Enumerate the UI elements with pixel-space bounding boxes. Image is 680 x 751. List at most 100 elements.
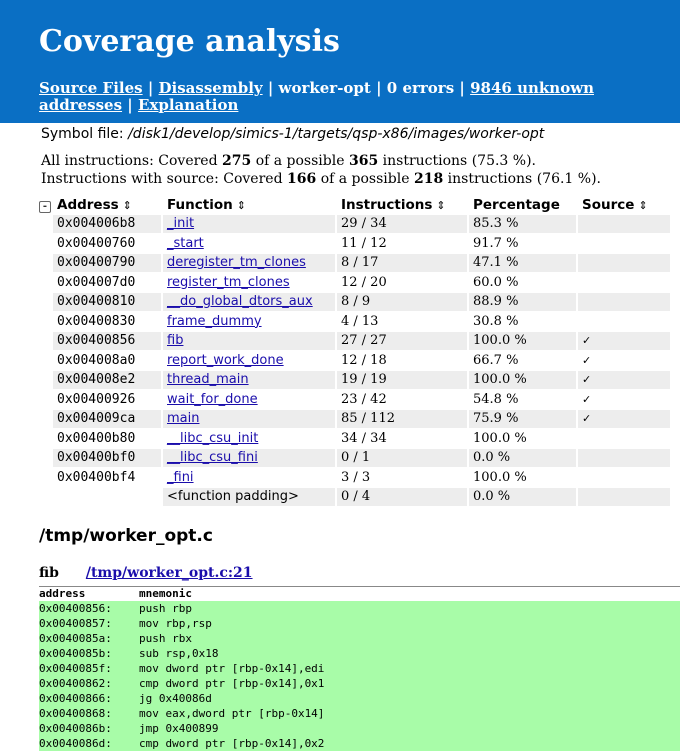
page-title: Coverage analysis	[39, 24, 340, 59]
row-function: <function padding>	[163, 488, 335, 506]
row-function: register_tm_clones	[163, 274, 335, 292]
instruction-address: 0x0040085f:	[39, 662, 112, 675]
row-instructions: 27 / 27	[337, 332, 467, 350]
row-spacer	[39, 312, 51, 330]
function-table: - Address ⇕ Function ⇕ Instructions ⇕ Perce…	[37, 195, 672, 508]
row-source: ✓	[582, 392, 592, 406]
row-function: thread_main	[163, 371, 335, 389]
function-link[interactable]: _start	[167, 236, 204, 251]
sort-icon: ⇕	[638, 199, 648, 212]
nav-explanation-link[interactable]: Explanation	[138, 96, 238, 114]
function-link[interactable]: __do_global_dtors_aux	[167, 294, 313, 309]
row-function: wait_for_done	[163, 391, 335, 409]
function-link[interactable]: register_tm_clones	[167, 275, 290, 290]
disassembly-row: 0x00400866: jg 0x40086d	[39, 691, 680, 706]
row-percentage: 66.7 %	[473, 352, 519, 368]
row-function: _start	[163, 235, 335, 253]
row-source: ✓	[578, 410, 670, 428]
function-link[interactable]: report_work_done	[167, 353, 284, 368]
instruction-mnemonic: mov eax,dword ptr [rbp-0x14]	[139, 707, 325, 720]
table-row: 0x00400760 _start 11 / 12 91.7 %	[39, 234, 670, 253]
row-spacer	[39, 273, 51, 291]
function-link[interactable]: wait_for_done	[167, 392, 258, 407]
row-address: 0x00400790	[53, 254, 161, 272]
row-function: __do_global_dtors_aux	[163, 293, 335, 311]
table-row: 0x004009ca main 85 / 112 75.9 % ✓	[39, 410, 670, 428]
row-instructions: 85 / 112	[337, 410, 467, 428]
row-instructions: 12 / 18	[341, 352, 387, 368]
header-source[interactable]: Source ⇕	[578, 197, 670, 213]
instruction-mnemonic: jmp 0x400899	[139, 722, 219, 735]
header-address[interactable]: Address ⇕	[53, 197, 161, 213]
row-percentage: 85.3 %	[469, 215, 576, 233]
disassembly-row: 0x00400857: mov rbp,rsp	[39, 616, 680, 631]
function-link[interactable]: deregister_tm_clones	[167, 255, 306, 270]
function-link[interactable]: __libc_csu_fini	[167, 450, 258, 465]
function-heading: fib /tmp/worker_opt.c:21	[39, 565, 253, 581]
instruction-mnemonic: cmp dword ptr [rbp-0x14],0x2	[139, 737, 325, 750]
source-file-heading: /tmp/worker_opt.c	[39, 526, 213, 546]
row-function: _fini	[163, 469, 335, 487]
nav-disassembly-link[interactable]: Disassembly	[159, 79, 263, 97]
collapse-toggle[interactable]: -	[39, 201, 51, 213]
row-address: 0x00400830	[57, 313, 136, 329]
nav-separator: |	[267, 79, 274, 97]
nav-source-files-link[interactable]: Source Files	[39, 79, 143, 97]
row-instructions: 23 / 42	[341, 391, 387, 407]
row-percentage: 88.9 %	[469, 293, 576, 311]
row-spacer	[39, 332, 51, 350]
stat-text: of a possible	[255, 153, 345, 169]
header-instructions[interactable]: Instructions ⇕	[337, 197, 467, 213]
header-function[interactable]: Function ⇕	[163, 197, 335, 213]
function-link[interactable]: __libc_csu_init	[167, 431, 258, 446]
function-link[interactable]: fib	[167, 333, 183, 348]
row-address: 0x004009ca	[53, 410, 161, 428]
row-source	[578, 215, 670, 233]
table-row: 0x00400810 __do_global_dtors_aux 8 / 9 88.9…	[39, 293, 670, 311]
row-address: 0x004008a0	[57, 352, 136, 368]
row-source	[578, 274, 670, 292]
function-link[interactable]: _fini	[167, 470, 194, 485]
table-row: 0x00400830 frame_dummy 4 / 13 30.8 %	[39, 312, 670, 331]
function-link[interactable]: thread_main	[167, 372, 249, 387]
disassembly-row: 0x00400862: cmp dword ptr [rbp-0x14],0x1	[39, 676, 680, 691]
function-link[interactable]: _init	[167, 216, 194, 231]
row-percentage: 0.0 %	[469, 449, 576, 467]
stat-text: Instructions with source: Covered	[41, 171, 283, 187]
row-instructions: 4 / 13	[341, 313, 379, 329]
row-instructions: 3 / 3	[341, 469, 371, 485]
row-function: frame_dummy	[163, 313, 335, 331]
header-label: Percentage	[473, 197, 560, 213]
table-row: 0x00400926 wait_for_done 23 / 42 54.8 % ✓	[39, 390, 670, 409]
disassembly-row: 0x0040085f: mov dword ptr [rbp-0x14],edi	[39, 661, 680, 676]
nav-separator: |	[376, 79, 382, 97]
instruction-address: 0x00400868:	[39, 707, 112, 720]
row-spacer	[39, 390, 51, 408]
symbol-file-path: /disk1/develop/simics-1/targets/qsp-x86/…	[128, 126, 545, 142]
coverage-stats: All instructions: Covered 275 of a possi…	[41, 152, 601, 188]
disassembly-listing: address mnemonic 0x00400856: push rbp 0x004…	[39, 586, 680, 751]
row-function: report_work_done	[163, 352, 335, 370]
all-instructions-stat: All instructions: Covered 275 of a possi…	[41, 152, 601, 170]
table-row: <function padding> 0 / 4 0.0 %	[39, 488, 670, 506]
function-link[interactable]: frame_dummy	[167, 314, 262, 329]
instruction-address: 0x00400857:	[39, 617, 112, 630]
instruction-mnemonic: jg 0x40086d	[139, 692, 212, 705]
instruction-mnemonic: sub rsp,0x18	[139, 647, 219, 660]
disassembly-row: 0x00400856: push rbp	[39, 601, 680, 616]
nav-separator: |	[147, 79, 154, 97]
instruction-address: 0x0040086d:	[39, 737, 112, 750]
top-nav: Source Files | Disassembly | worker-opt …	[39, 80, 669, 114]
row-percentage: 0.0 %	[469, 488, 576, 506]
row-instructions: 11 / 12	[341, 235, 387, 251]
row-address: 0x00400760	[57, 235, 136, 251]
function-source-link[interactable]: /tmp/worker_opt.c:21	[86, 565, 253, 581]
row-address: 0x004006b8	[53, 215, 161, 233]
header-percentage[interactable]: Percentage	[469, 197, 576, 213]
function-link[interactable]: main	[167, 411, 199, 426]
row-address: 0x00400bf0	[53, 449, 161, 467]
row-source: ✓	[578, 332, 670, 350]
header-label: Address	[57, 197, 119, 213]
table-row: 0x004008a0 report_work_done 12 / 18 66.7 % ✓	[39, 351, 670, 370]
symbol-file-label: Symbol file:	[41, 126, 124, 142]
